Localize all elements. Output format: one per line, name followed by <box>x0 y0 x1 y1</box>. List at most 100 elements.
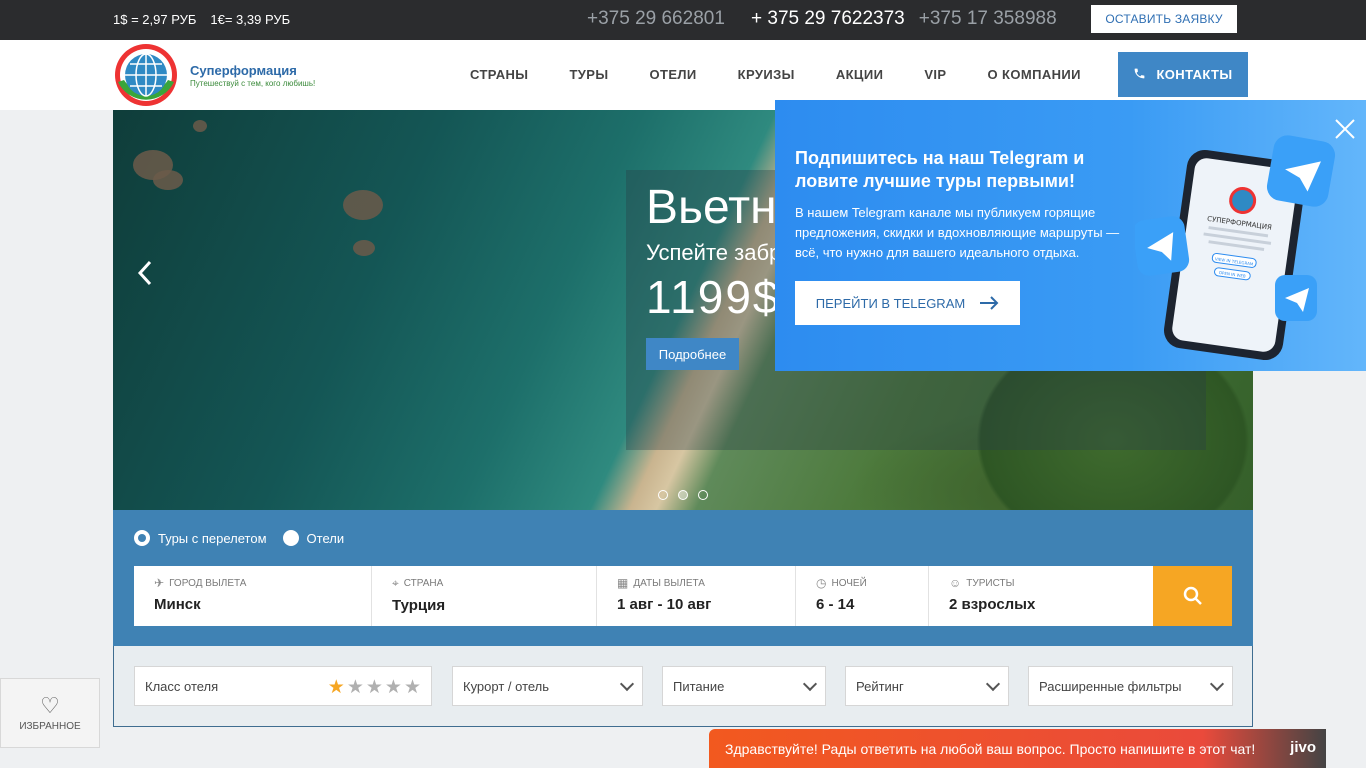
rate-eur: 1€= 3,39 РУБ <box>210 12 291 27</box>
dates-value: 1 авг - 10 авг <box>617 596 712 613</box>
phone-link-3[interactable]: +375 17 358988 <box>919 8 1064 30</box>
star-icon[interactable]: ★ <box>366 676 383 699</box>
country-label: СТРАНА <box>403 578 444 589</box>
hotel-class-stars: ★ ★ ★ ★ ★ <box>328 676 421 699</box>
search-fields: ✈ ГОРОД ВЫЛЕТА Минск ⌖ СТРАНА Турция ▦ ДАТЫ… <box>134 566 1153 626</box>
telegram-open-label: ПЕРЕЙТИ В TELEGRAM <box>815 295 966 311</box>
tour-search-form: Туры с перелетом Отели ✈ ГОРОД ВЫЛЕТА Мин… <box>113 510 1253 646</box>
rate-usd: 1$ = 2,97 РУБ <box>113 12 197 27</box>
chevron-down-icon <box>619 676 635 692</box>
radio-hotels[interactable]: Отели <box>282 530 345 546</box>
search-type-radios: Туры с перелетом Отели <box>134 530 344 546</box>
departure-value: Минск <box>154 596 201 613</box>
telegram-open-button[interactable]: ПЕРЕЙТИ В TELEGRAM <box>795 281 1020 325</box>
top-bar: 1$ = 2,97 РУБ 1€= 3,39 РУБ +375 29 66280… <box>0 0 1366 40</box>
star-icon[interactable]: ★ <box>347 676 364 699</box>
hotel-class-filter[interactable]: Класс отеля ★ ★ ★ ★ ★ <box>134 666 432 706</box>
telegram-phone-illustration: СУПЕРФОРМАЦИЯ VIEW IN TELEGRAM OPEN IN W… <box>1132 130 1345 361</box>
nav-hotels[interactable]: ОТЕЛИ <box>649 67 696 82</box>
request-button[interactable]: ОСТАВИТЬ ЗАЯВКУ <box>1091 5 1237 33</box>
search-filters: Класс отеля ★ ★ ★ ★ ★ Курорт / отель Пит… <box>113 646 1253 727</box>
nav-promotions[interactable]: АКЦИИ <box>836 67 884 82</box>
chevron-down-icon <box>802 676 818 692</box>
slider-prev-button[interactable] <box>135 258 155 288</box>
chat-message: Здравствуйте! Рады ответить на любой ваш… <box>725 740 1256 757</box>
nights-value: 6 - 14 <box>816 596 855 613</box>
radio-tours-indicator <box>134 530 150 546</box>
star-icon[interactable]: ★ <box>385 676 402 699</box>
advanced-filters[interactable]: Расширенные фильтры <box>1028 666 1233 706</box>
dates-label: ДАТЫ ВЫЛЕТА <box>633 577 705 589</box>
resort-filter[interactable]: Курорт / отель <box>452 666 643 706</box>
star-icon[interactable]: ★ <box>404 676 421 699</box>
slider-dots <box>658 490 708 500</box>
nav-vip[interactable]: VIP <box>924 67 946 82</box>
hotel-class-label: Класс отеля <box>145 678 219 694</box>
telegram-popup: Подпишитесь на наш Telegram и ловите луч… <box>775 100 1366 371</box>
tourists-field[interactable]: ☺ ТУРИСТЫ 2 взрослых <box>929 566 1153 626</box>
nav-cruises[interactable]: КРУИЗЫ <box>738 67 795 82</box>
resort-label: Курорт / отель <box>463 678 550 694</box>
nights-field[interactable]: ◷ НОЧЕЙ 6 - 14 <box>796 566 929 626</box>
slider-dot-1[interactable] <box>658 490 668 500</box>
meals-label: Питание <box>673 678 725 694</box>
slide-price: 1199$ <box>646 271 781 323</box>
decor-rock <box>353 240 375 256</box>
telegram-popup-text: В нашем Telegram канале мы публикуем гор… <box>795 205 1120 260</box>
slider-dot-2[interactable] <box>678 490 688 500</box>
chevron-down-icon <box>1209 676 1225 692</box>
country-field[interactable]: ⌖ СТРАНА Турция <box>372 566 597 626</box>
nights-label: НОЧЕЙ <box>831 577 867 589</box>
clock-icon: ◷ <box>816 576 827 590</box>
search-button[interactable] <box>1153 566 1232 626</box>
country-value: Турция <box>392 597 446 614</box>
star-icon[interactable]: ★ <box>328 676 345 699</box>
meals-filter[interactable]: Питание <box>662 666 826 706</box>
contacts-label: КОНТАКТЫ <box>1156 67 1233 82</box>
departure-city-field[interactable]: ✈ ГОРОД ВЫЛЕТА Минск <box>134 566 372 626</box>
phone-link-2[interactable]: + 375 29 7622373 <box>751 8 905 30</box>
chevron-down-icon <box>985 676 1001 692</box>
site-logo[interactable]: Суперформация Путешествуй с тем, кого лю… <box>112 42 315 108</box>
jivo-logo: jivo <box>1290 739 1316 756</box>
advanced-filters-label: Расширенные фильтры <box>1039 678 1182 694</box>
departure-dates-field[interactable]: ▦ ДАТЫ ВЫЛЕТА 1 авг - 10 авг <box>597 566 796 626</box>
search-icon <box>1183 586 1202 605</box>
phone-list: +375 29 662801 + 375 29 7622373 +375 17 … <box>587 8 1064 30</box>
telegram-popup-title: Подпишитесь на наш Telegram и ловите луч… <box>795 148 1085 191</box>
person-icon: ☺ <box>949 576 962 590</box>
contacts-button[interactable]: КОНТАКТЫ <box>1118 52 1248 97</box>
plane-icon: ✈ <box>154 576 165 590</box>
nav-about[interactable]: О КОМПАНИИ <box>987 67 1080 82</box>
radio-hotels-label: Отели <box>306 530 345 546</box>
logo-tagline: Путешествуй с тем, кого любишь! <box>190 78 316 88</box>
slide-more-button[interactable]: Подробнее <box>646 338 739 370</box>
main-nav: СТРАНЫ ТУРЫ ОТЕЛИ КРУИЗЫ АКЦИИ VIP О КОМ… <box>470 67 1081 82</box>
favorites-label: ИЗБРАННОЕ <box>19 721 81 732</box>
phone-icon <box>1133 67 1146 83</box>
phone-link-1[interactable]: +375 29 662801 <box>587 8 737 30</box>
arrow-right-icon <box>980 296 999 310</box>
radio-tours[interactable]: Туры с перелетом <box>134 530 267 546</box>
logo-name: Суперформация <box>190 62 297 78</box>
rating-filter[interactable]: Рейтинг <box>845 666 1009 706</box>
radio-tours-label: Туры с перелетом <box>158 530 267 546</box>
rating-label: Рейтинг <box>856 678 904 694</box>
radio-hotels-indicator <box>282 530 299 546</box>
departure-label: ГОРОД ВЫЛЕТА <box>169 577 247 589</box>
favorites-button[interactable]: ♡ ИЗБРАННОЕ <box>0 678 100 748</box>
decor-rock <box>153 170 183 190</box>
nav-countries[interactable]: СТРАНЫ <box>470 67 528 82</box>
logo-globe-icon <box>112 42 180 108</box>
calendar-icon: ▦ <box>617 576 629 590</box>
slider-dot-3[interactable] <box>698 490 708 500</box>
jivo-chat-bar[interactable]: Здравствуйте! Рады ответить на любой ваш… <box>709 729 1326 768</box>
tourists-value: 2 взрослых <box>949 596 1036 613</box>
heart-icon: ♡ <box>40 693 60 718</box>
location-pin-icon: ⌖ <box>392 576 399 590</box>
decor-rock <box>193 120 207 132</box>
tourists-label: ТУРИСТЫ <box>966 577 1015 589</box>
currency-rates: 1$ = 2,97 РУБ 1€= 3,39 РУБ <box>113 12 290 27</box>
decor-rock <box>343 190 383 220</box>
nav-tours[interactable]: ТУРЫ <box>569 67 608 82</box>
